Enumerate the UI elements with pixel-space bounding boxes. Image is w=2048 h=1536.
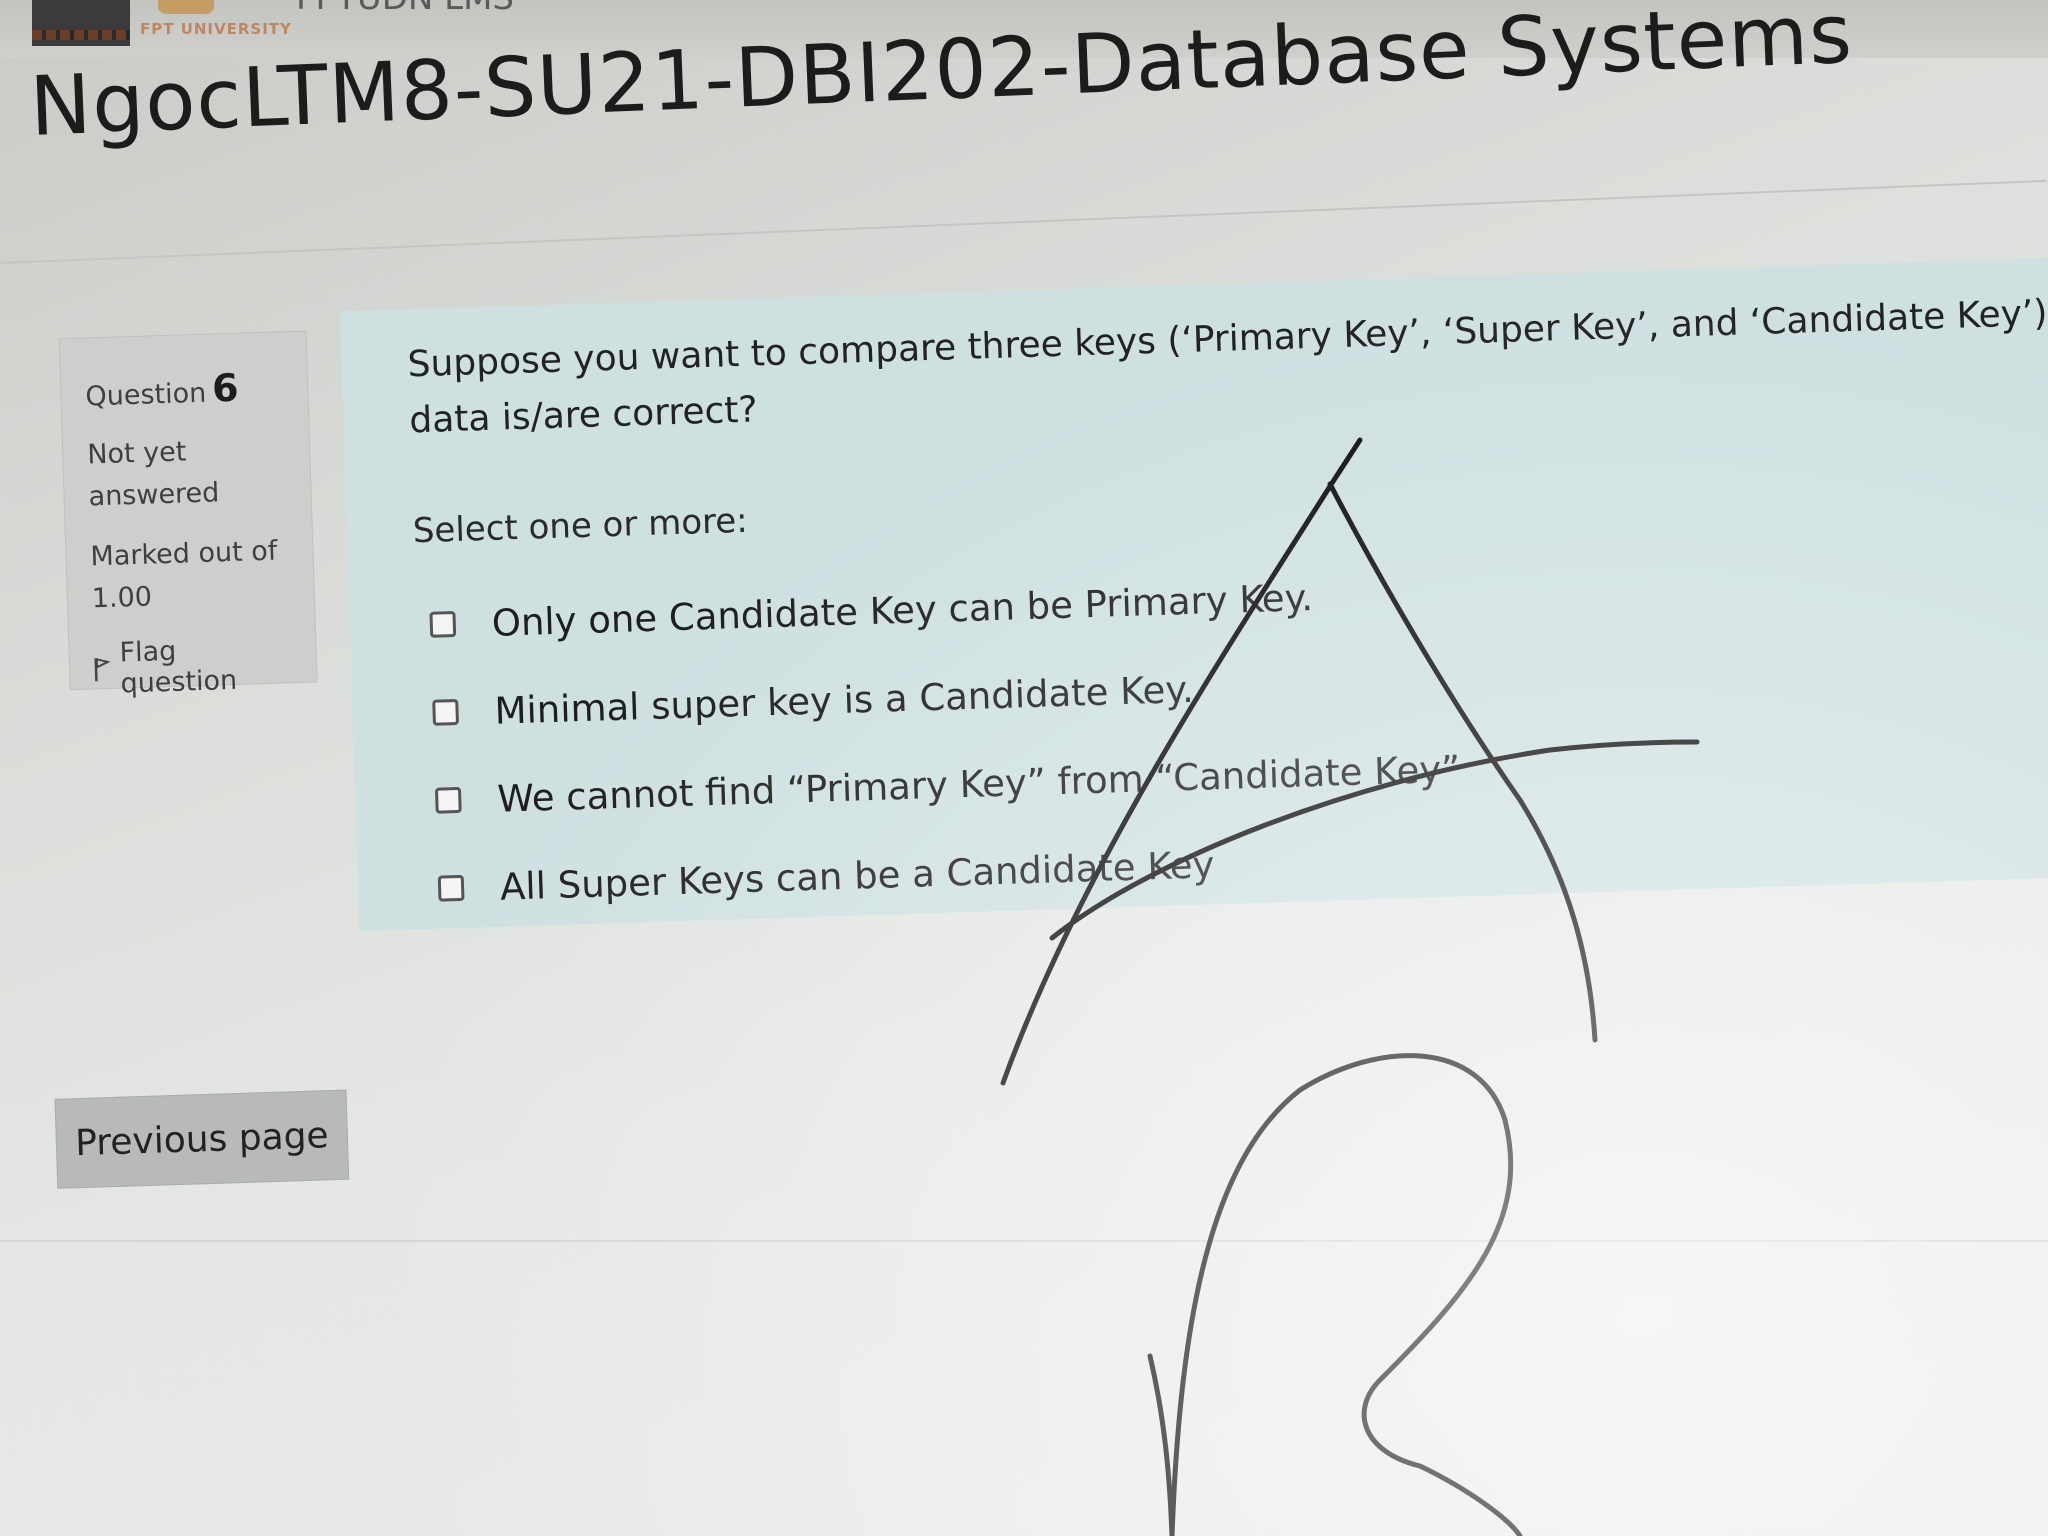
answer-option-label: Minimal super key is a Candidate Key. bbox=[493, 667, 1195, 733]
site-name[interactable]: FPTUDN LMS bbox=[296, 0, 514, 18]
flag-icon bbox=[94, 656, 111, 682]
answer-checkbox[interactable] bbox=[434, 786, 462, 814]
university-logo[interactable] bbox=[32, 0, 130, 46]
question-label: Question bbox=[85, 377, 207, 413]
answer-checkbox[interactable] bbox=[429, 610, 457, 638]
question-panel: Suppose you want to compare three keys (… bbox=[339, 255, 2048, 934]
answer-options: Only one Candidate Key can be Primary Ke… bbox=[414, 530, 2048, 934]
logo-mark bbox=[158, 0, 214, 14]
university-name: FPT UNIVERSITY bbox=[140, 20, 292, 38]
answer-option-label: Only one Candidate Key can be Primary Ke… bbox=[491, 575, 1314, 645]
question-status: Not yet answered bbox=[86, 436, 220, 513]
question-text: Suppose you want to compare three keys (… bbox=[407, 291, 2048, 442]
footer-divider bbox=[0, 1240, 2048, 1242]
answer-checkbox[interactable] bbox=[437, 874, 465, 902]
answer-checkbox[interactable] bbox=[432, 698, 459, 726]
question-number: 6 bbox=[211, 365, 240, 411]
previous-page-button[interactable]: Previous page bbox=[54, 1089, 350, 1189]
handwritten-letter-b-bowl bbox=[1169, 1053, 1523, 1536]
question-number-line: Question 6 bbox=[85, 364, 284, 414]
title-divider bbox=[0, 179, 2047, 264]
handwritten-letter-b-stem bbox=[1147, 1353, 1175, 1536]
question-grade: Marked out of 1.00 bbox=[90, 535, 278, 615]
answer-option-label: We cannot find “Primary Key” from “Candi… bbox=[496, 747, 1461, 821]
flag-label: Flag question bbox=[119, 635, 238, 700]
answer-option-label: All Super Keys can be a Candidate Key bbox=[499, 842, 1216, 909]
question-info-panel: Question 6 Not yet answered Marked out of… bbox=[58, 330, 318, 700]
flag-question-link[interactable]: Flag question bbox=[93, 632, 293, 700]
